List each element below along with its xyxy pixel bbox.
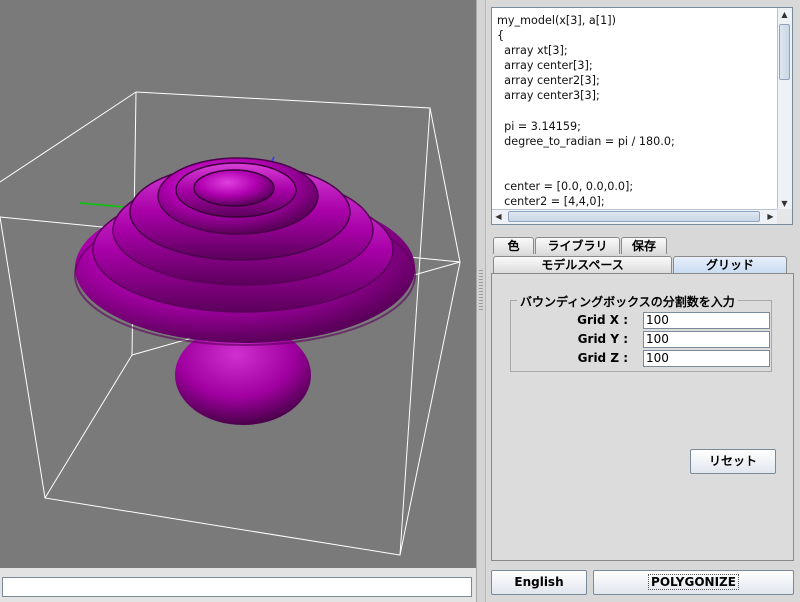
code-line[interactable]: degree_to_radian = pi / 180.0; xyxy=(497,134,775,149)
group-legend: バウンディングボックスの分割数を入力 xyxy=(517,293,738,310)
code-line[interactable] xyxy=(497,164,775,179)
model-render[interactable] xyxy=(0,0,476,568)
code-line[interactable]: array center2[3]; xyxy=(497,73,775,88)
code-line[interactable]: center2 = [4,4,0]; xyxy=(497,194,775,209)
code-line[interactable]: pi = 3.14159; xyxy=(497,119,775,134)
split-pane-divider[interactable] xyxy=(476,0,486,602)
arrow-left-icon[interactable]: ◀ xyxy=(492,210,505,223)
code-line[interactable]: my_model(x[3], a[1]) xyxy=(497,13,775,28)
code-text[interactable]: my_model(x[3], a[1]){ array xt[3]; array… xyxy=(497,13,775,211)
tab-model-space[interactable]: モデルスペース xyxy=(493,256,672,273)
grid-y-label: Grid Y : xyxy=(577,332,628,346)
grid-divisions-group: バウンディングボックスの分割数を入力 Grid X : 100 Grid Y :… xyxy=(510,293,772,372)
tab-library[interactable]: ライブラリ xyxy=(535,237,620,254)
code-line[interactable]: array center[3]; xyxy=(497,58,775,73)
console-input[interactable] xyxy=(2,577,472,597)
grid-x-label: Grid X : xyxy=(577,313,628,327)
language-button[interactable]: English xyxy=(491,570,587,595)
code-line[interactable]: center = [0.0, 0.0,0.0]; xyxy=(497,179,775,194)
vertical-scrollbar[interactable]: ▲ ▼ xyxy=(777,8,792,210)
vertical-scroll-thumb[interactable] xyxy=(779,24,790,80)
divider-grip[interactable] xyxy=(479,270,483,310)
grid-z-label: Grid Z : xyxy=(577,351,628,365)
horizontal-scrollbar[interactable]: ◀ ▶ xyxy=(492,209,777,224)
grid-x-input[interactable]: 100 xyxy=(643,312,770,329)
code-editor[interactable]: my_model(x[3], a[1]){ array xt[3]; array… xyxy=(491,7,793,225)
polygonize-button[interactable]: POLYGONIZE xyxy=(593,570,794,595)
code-line[interactable] xyxy=(497,149,775,164)
arrow-up-icon[interactable]: ▲ xyxy=(778,8,791,21)
polygonize-label: POLYGONIZE xyxy=(648,574,739,590)
code-line[interactable]: array center3[3]; xyxy=(497,88,775,103)
tab-grid[interactable]: グリッド xyxy=(673,256,787,273)
arrow-right-icon[interactable]: ▶ xyxy=(764,210,777,223)
horizontal-scroll-thumb[interactable] xyxy=(508,211,760,222)
tab-save[interactable]: 保存 xyxy=(621,237,667,254)
model-top-dome xyxy=(193,169,275,207)
grid-z-input[interactable]: 100 xyxy=(643,350,770,367)
code-line[interactable] xyxy=(497,104,775,119)
tab-color[interactable]: 色 xyxy=(493,237,534,254)
scroll-corner xyxy=(777,209,792,224)
grid-y-input[interactable]: 100 xyxy=(643,331,770,348)
reset-button[interactable]: リセット xyxy=(690,449,776,474)
3d-viewport[interactable] xyxy=(0,0,476,568)
grid-tab-panel: バウンディングボックスの分割数を入力 Grid X : 100 Grid Y :… xyxy=(491,273,794,561)
code-line[interactable]: { xyxy=(497,28,775,43)
code-line[interactable]: array xt[3]; xyxy=(497,43,775,58)
